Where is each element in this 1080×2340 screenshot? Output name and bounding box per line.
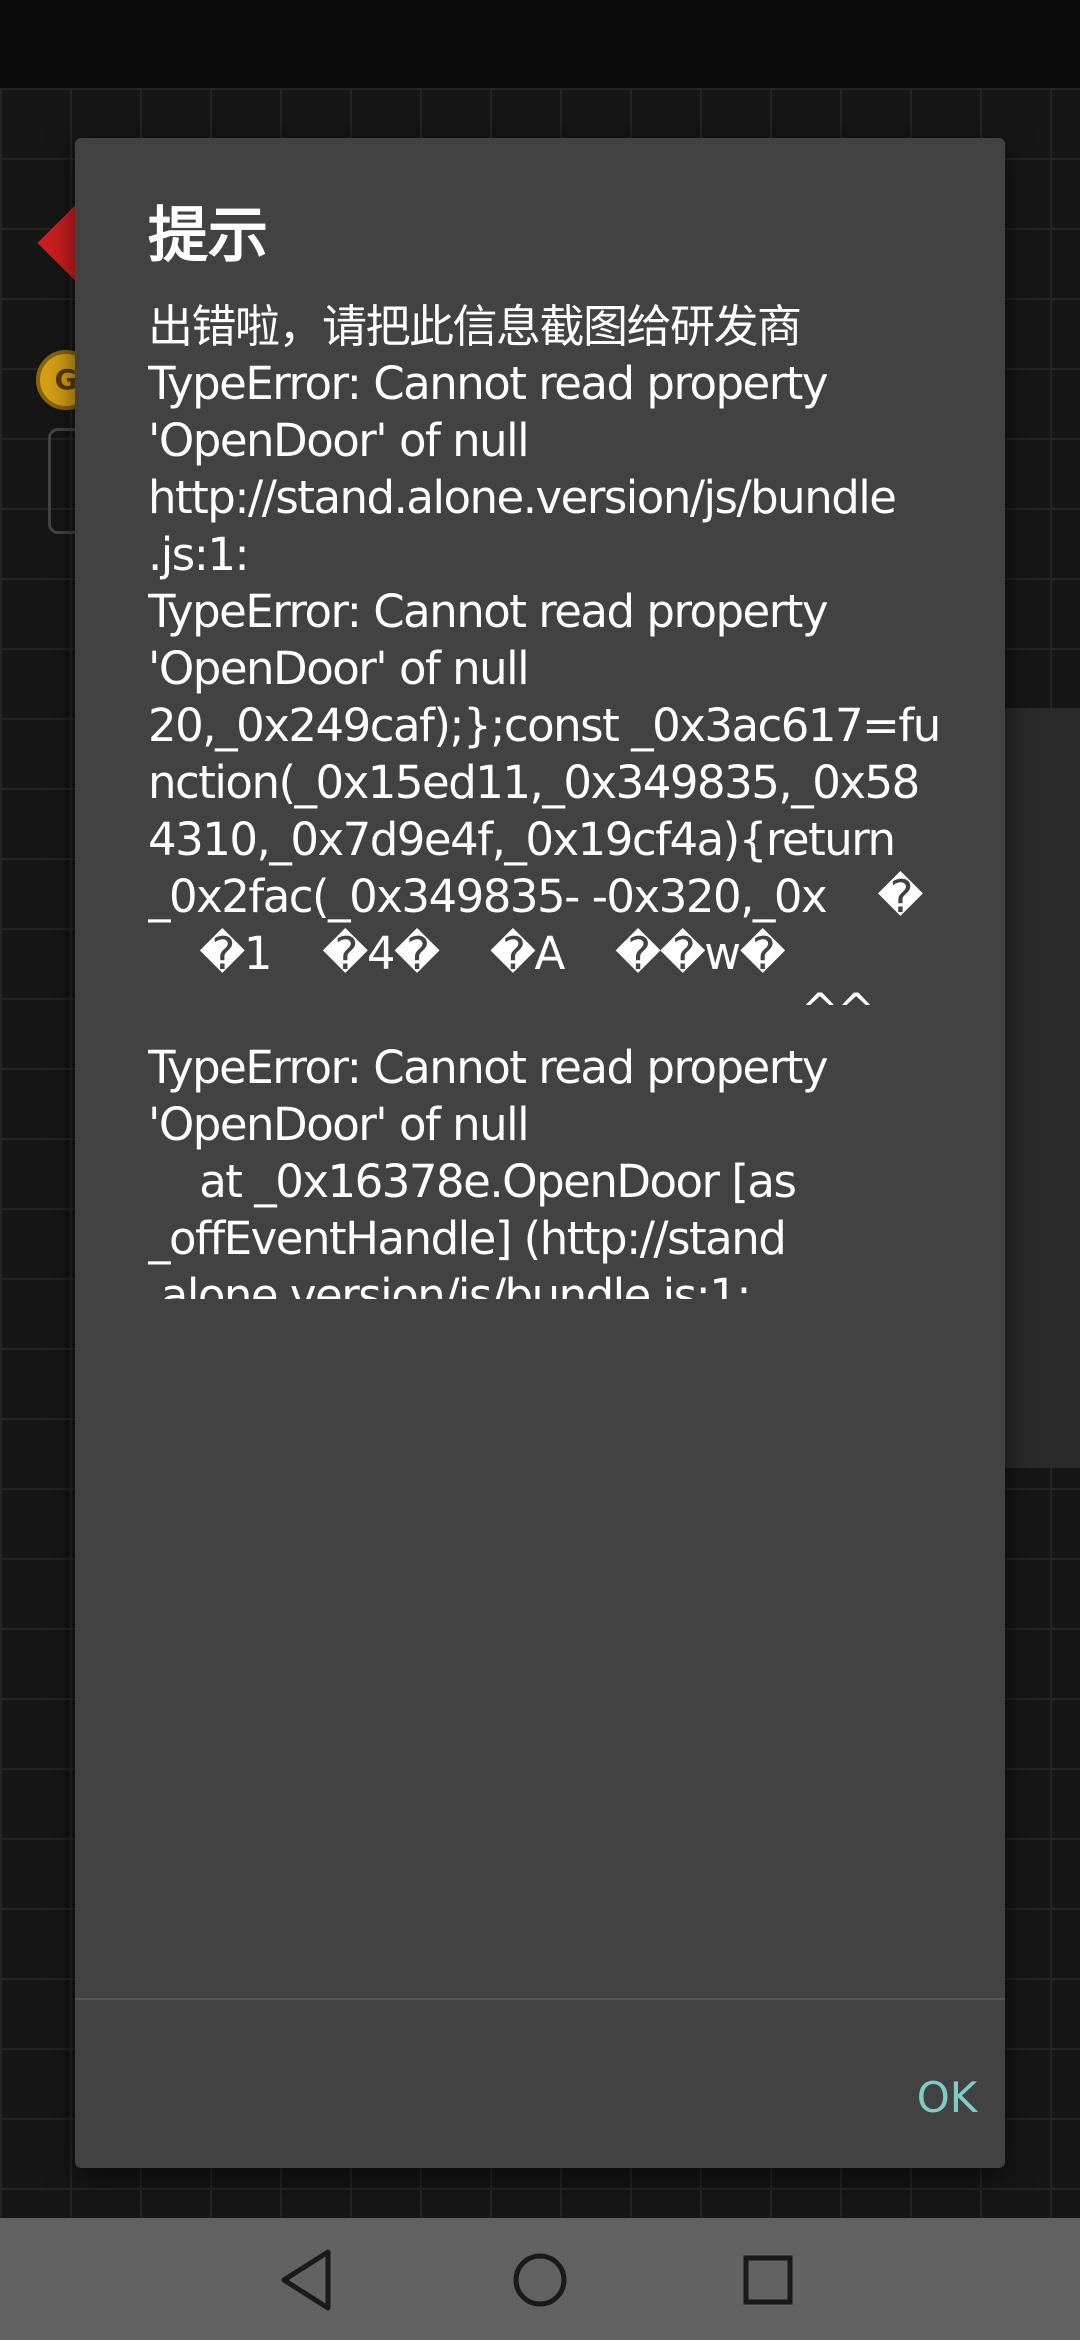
dialog-divider	[75, 1998, 1005, 2000]
ok-button[interactable]: OK	[887, 2053, 1007, 2143]
navigation-bar	[0, 2218, 1080, 2340]
square-recents-icon	[743, 2255, 793, 2305]
dialog-title: 提示	[148, 201, 268, 271]
back-button[interactable]	[268, 2242, 348, 2318]
recents-button[interactable]	[728, 2242, 808, 2318]
dialog-message: 出错啦，请把此信息截图给研发商 TypeError: Cannot read p…	[148, 300, 941, 2006]
home-button[interactable]	[500, 2242, 580, 2318]
dialog-message-scroll[interactable]: 出错啦，请把此信息截图给研发商 TypeError: Cannot read p…	[148, 298, 1008, 2006]
circle-home-icon	[513, 2253, 567, 2307]
error-dialog: 提示 出错啦，请把此信息截图给研发商 TypeError: Cannot rea…	[75, 138, 1005, 2168]
triangle-back-icon	[281, 2249, 331, 2311]
screen: G 提示 出错啦，请把此信息截图给研发商 TypeError: Cannot r…	[0, 0, 1080, 2340]
